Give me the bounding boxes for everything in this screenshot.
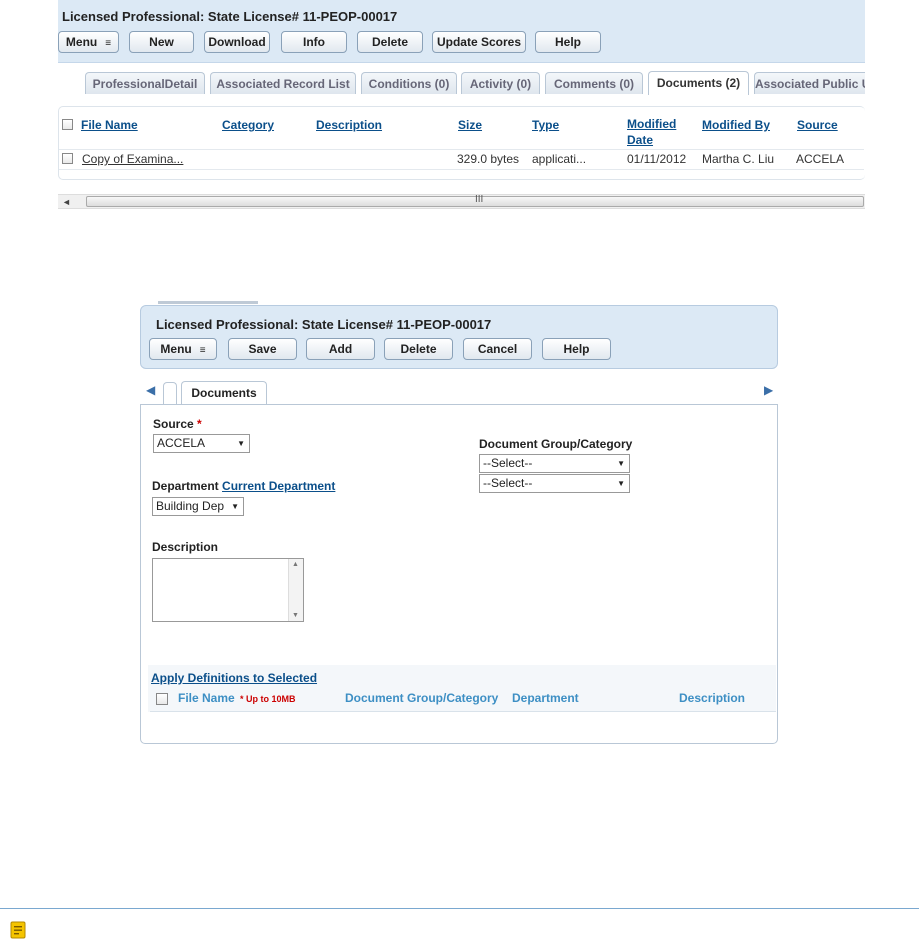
- tab-activity[interactable]: Activity (0): [461, 72, 540, 94]
- description-textarea[interactable]: ▲ ▼: [152, 558, 304, 622]
- source-label: Source *: [153, 417, 202, 431]
- grid-row-separator: [59, 169, 864, 170]
- form-delete-button[interactable]: Delete: [384, 338, 453, 360]
- menu-button-label: Menu: [65, 35, 98, 49]
- grid-row-separator: [59, 149, 864, 150]
- download-button[interactable]: Download: [204, 31, 270, 53]
- add-button[interactable]: Add: [306, 338, 375, 360]
- delete-button[interactable]: Delete: [357, 31, 423, 53]
- department-label: Department Current Department: [152, 479, 335, 493]
- tab-associated-public-users[interactable]: Associated Public U: [754, 72, 865, 94]
- horizontal-scrollbar[interactable]: ◄ III: [58, 194, 865, 209]
- cancel-button[interactable]: Cancel: [463, 338, 532, 360]
- select-all-checkbox[interactable]: [62, 119, 73, 130]
- tab-conditions[interactable]: Conditions (0): [361, 72, 457, 94]
- note-icon: [10, 921, 26, 939]
- footer-divider: [0, 908, 919, 909]
- tab-documents-form[interactable]: Documents: [181, 381, 267, 405]
- scroll-left-arrow-icon[interactable]: ◄: [62, 195, 71, 209]
- column-category[interactable]: Category: [222, 118, 274, 132]
- form-help-button[interactable]: Help: [542, 338, 611, 360]
- info-button[interactable]: Info: [281, 31, 347, 53]
- file-name-column: File Name * Up to 10MB: [178, 691, 296, 705]
- description-column: Description: [679, 691, 746, 705]
- chevron-down-icon: ▼: [617, 459, 625, 468]
- document-group-select[interactable]: --Select-- ▼: [479, 454, 630, 473]
- page-title: Licensed Professional: State License# 11…: [62, 9, 398, 24]
- menu-button[interactable]: Menu ≡: [58, 31, 119, 53]
- department-select-value: Building Dep: [156, 499, 225, 513]
- column-source[interactable]: Source: [797, 118, 838, 132]
- department-column: Department: [512, 691, 579, 705]
- column-description[interactable]: Description: [316, 118, 382, 132]
- source-label-text: Source: [153, 417, 194, 431]
- column-type[interactable]: Type: [532, 118, 559, 132]
- tab-associated-record-list[interactable]: Associated Record List: [210, 72, 356, 94]
- document-group-select-value: --Select--: [483, 456, 533, 470]
- scroll-grip-icon: III: [475, 194, 484, 205]
- source-select-value: ACCELA: [157, 436, 206, 450]
- scroll-down-icon[interactable]: ▼: [292, 612, 299, 619]
- file-list-separator: [150, 711, 776, 712]
- new-button[interactable]: New: [129, 31, 194, 53]
- file-select-all-checkbox[interactable]: [156, 693, 168, 705]
- apply-definitions-link[interactable]: Apply Definitions to Selected: [151, 671, 317, 685]
- column-modified-by[interactable]: Modified By: [702, 118, 770, 132]
- column-file-name[interactable]: File Name: [81, 118, 138, 132]
- chevron-down-icon: ▼: [617, 479, 625, 488]
- description-label: Description: [152, 540, 219, 554]
- source-select[interactable]: ACCELA ▼: [153, 434, 250, 453]
- chevron-down-icon: ▼: [231, 502, 239, 511]
- required-marker: *: [197, 417, 202, 431]
- column-modified-date[interactable]: Modified Date: [627, 116, 687, 148]
- tab-scroll-left-icon[interactable]: ◀: [146, 383, 155, 397]
- row-modified-by: Martha C. Liu: [702, 152, 775, 166]
- header-tab-strip: [158, 301, 258, 304]
- row-modified-date: 01/11/2012: [627, 152, 687, 166]
- row-source: ACCELA: [796, 152, 845, 166]
- document-group-label: Document Group/Category: [479, 437, 633, 451]
- chevron-down-icon: ▼: [237, 439, 245, 448]
- document-group-column: Document Group/Category: [345, 691, 499, 705]
- department-label-text: Department: [152, 479, 219, 493]
- row-size: 329.0 bytes: [457, 152, 520, 166]
- row-file-name-link[interactable]: Copy of Examina...: [82, 152, 183, 166]
- textarea-scrollbar[interactable]: ▲ ▼: [288, 559, 303, 621]
- document-category-select-value: --Select--: [483, 476, 533, 490]
- column-size[interactable]: Size: [458, 118, 482, 132]
- menu-icon: ≡: [105, 38, 112, 49]
- document-category-select[interactable]: --Select-- ▼: [479, 474, 630, 493]
- tab-professional-detail[interactable]: ProfessionalDetail: [85, 72, 205, 94]
- file-name-column-label: File Name: [178, 691, 235, 705]
- tab-documents[interactable]: Documents (2): [648, 71, 749, 95]
- form-header: Licensed Professional: State License# 11…: [140, 305, 778, 369]
- current-department-link[interactable]: Current Department: [222, 479, 335, 493]
- record-header: Licensed Professional: State License# 11…: [58, 0, 865, 63]
- form-menu-button[interactable]: Menu ≡: [149, 338, 217, 360]
- update-scores-button[interactable]: Update Scores: [432, 31, 526, 53]
- scroll-thumb[interactable]: III: [86, 194, 864, 207]
- department-select[interactable]: Building Dep ▼: [152, 497, 244, 516]
- row-type: applicati...: [532, 152, 587, 166]
- tab-scroll-right-icon[interactable]: ▶: [764, 383, 773, 397]
- menu-icon: ≡: [199, 345, 206, 356]
- file-size-limit: * Up to 10MB: [240, 694, 296, 704]
- tab-comments[interactable]: Comments (0): [545, 72, 643, 94]
- form-title: Licensed Professional: State License# 11…: [156, 317, 492, 332]
- tab-hidden[interactable]: [163, 382, 177, 404]
- form-menu-button-label: Menu: [160, 342, 192, 356]
- save-button[interactable]: Save: [228, 338, 297, 360]
- scroll-up-icon[interactable]: ▲: [292, 561, 299, 568]
- row-checkbox[interactable]: [62, 153, 73, 164]
- help-button[interactable]: Help: [535, 31, 601, 53]
